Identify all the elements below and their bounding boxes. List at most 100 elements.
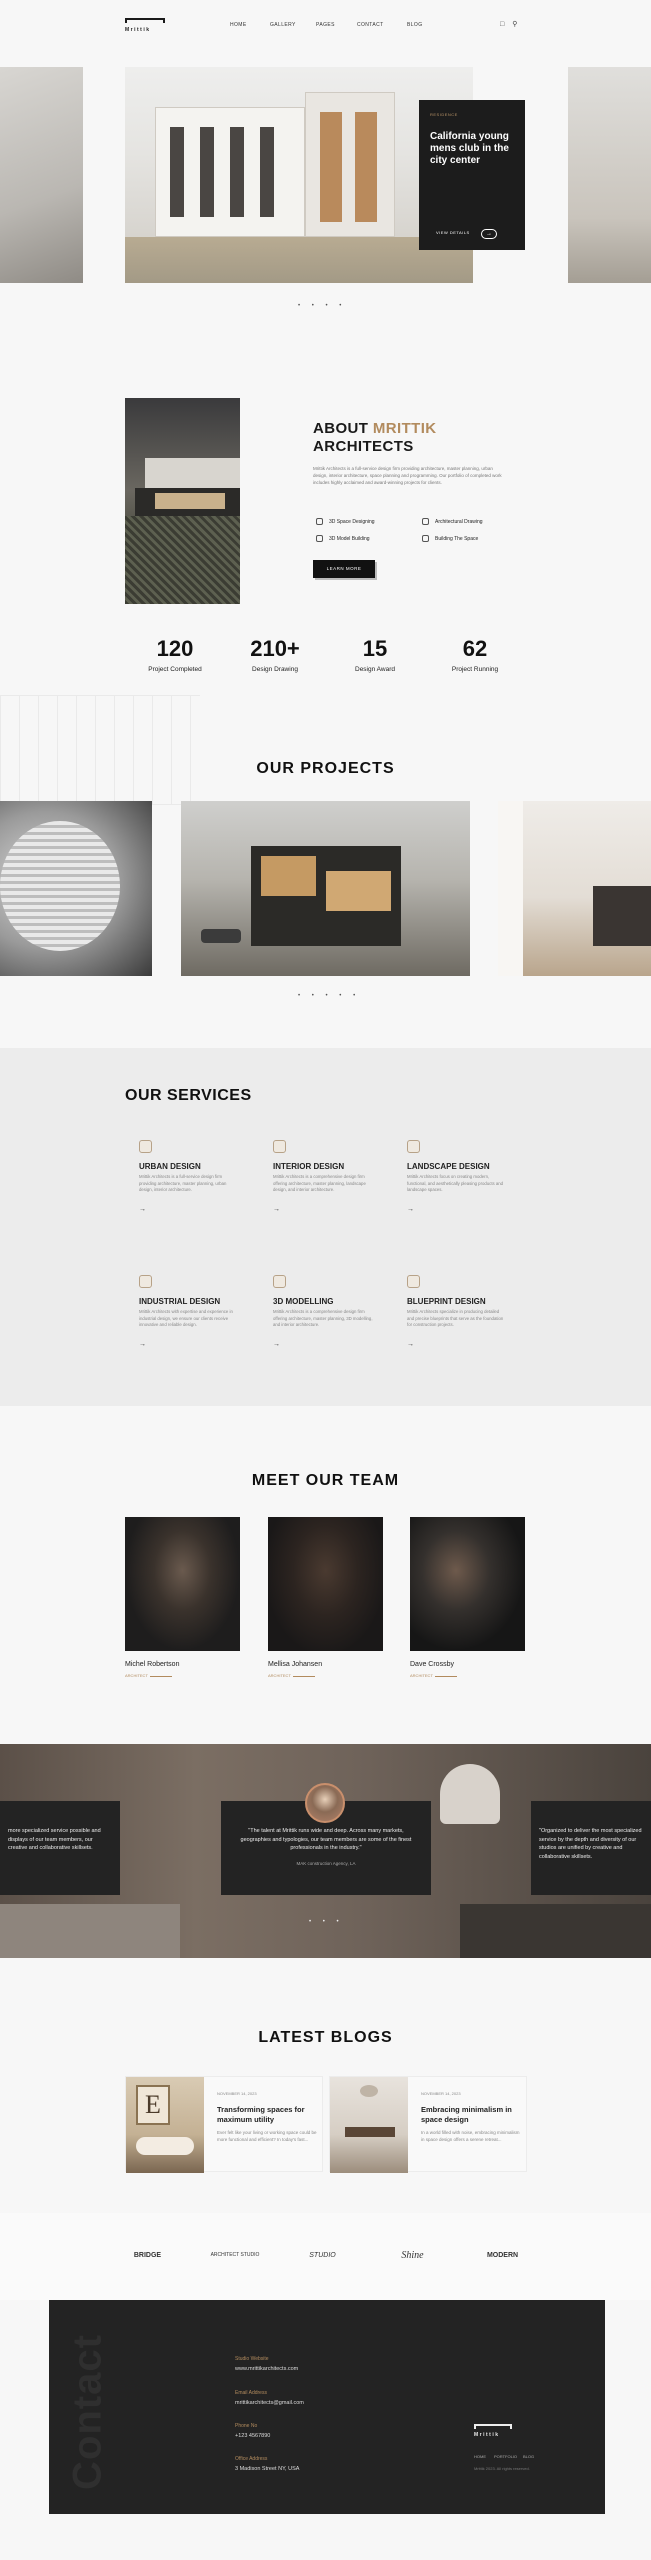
table-shape xyxy=(460,1904,651,1958)
sofa-shape xyxy=(0,1904,180,1958)
testimonial-pagination[interactable]: • • • xyxy=(309,1919,344,1925)
sofa-shape xyxy=(136,2137,194,2155)
arrow-right-icon[interactable]: → xyxy=(407,1341,414,1348)
team-name: Mellisa Johansen xyxy=(268,1661,323,1668)
about-title-accent: MRITTIK xyxy=(372,420,437,437)
team-photo[interactable] xyxy=(268,1517,383,1651)
pendant-lamp xyxy=(360,2085,378,2097)
blog-title[interactable]: Transforming spaces for maximum utility xyxy=(217,2105,317,2124)
feature-item: 3D Model Building xyxy=(316,535,370,542)
arrow-right-icon[interactable]: → xyxy=(139,1206,146,1213)
blog-card[interactable]: E NOVEMBER 14, 2023 Transforming spaces … xyxy=(125,2076,323,2173)
partner-logo[interactable]: ARCHITECT STUDIO xyxy=(200,2252,270,2258)
building-window xyxy=(260,127,274,217)
arrow-right-icon[interactable]: → xyxy=(139,1341,146,1348)
site-header: Mrittik HOME GALLERY PAGES CONTACT BLOG … xyxy=(0,0,651,52)
nav-blog[interactable]: BLOG xyxy=(407,22,423,28)
industrial-icon xyxy=(139,1275,152,1288)
blogs-heading: LATEST BLOGS xyxy=(258,2029,393,2046)
service-desc: Mrittik Architects focus on creating mod… xyxy=(407,1174,504,1192)
feature-label: Building The Space xyxy=(435,535,479,542)
nav-contact[interactable]: CONTACT xyxy=(357,22,384,28)
hero-card-title: California young mens club in the city c… xyxy=(430,131,509,166)
footer-link-home[interactable]: HOME xyxy=(474,2454,486,2459)
projects-pagination[interactable]: • • • • • xyxy=(298,993,360,999)
building-icon xyxy=(422,535,429,542)
lamp-shape xyxy=(440,1764,500,1824)
house-shape xyxy=(145,458,240,488)
blog-excerpt: Ever felt like your living or working sp… xyxy=(217,2130,317,2142)
project-card[interactable] xyxy=(181,801,470,976)
footer-website[interactable]: www.mrittikarchitects.com xyxy=(235,2366,298,2372)
about-heading: ABOUT MRITTIK ARCHITECTS xyxy=(313,420,437,456)
dining-table xyxy=(345,2127,395,2137)
partner-logo[interactable]: BRIDGE xyxy=(125,2252,170,2259)
view-details-link[interactable]: VIEW DETAILS xyxy=(436,230,470,235)
feature-item: Building The Space xyxy=(422,535,478,542)
landscape-icon xyxy=(407,1140,420,1153)
about-description: Mrittik Architects is a full-service des… xyxy=(313,466,502,485)
footer-email[interactable]: mrittikarchitects@gmail.com xyxy=(235,2400,304,2406)
hero-slide-next[interactable] xyxy=(568,67,651,283)
team-heading: MEET OUR TEAM xyxy=(251,1472,400,1489)
blog-image: E xyxy=(126,2077,204,2173)
arrow-right-icon[interactable]: → xyxy=(407,1206,414,1213)
footer-phone[interactable]: +123 4567890 xyxy=(235,2433,270,2439)
stat-number: 15 xyxy=(362,636,388,661)
site-logo[interactable]: Mrittik xyxy=(125,18,165,34)
partner-logo[interactable]: Shine xyxy=(390,2250,435,2261)
arrow-right-icon[interactable]: → xyxy=(481,229,497,239)
drawing-icon xyxy=(422,518,429,525)
learn-more-button[interactable]: LEARN MORE xyxy=(313,560,375,578)
footer-link-portfolio[interactable]: PORTFOLIO xyxy=(494,2454,517,2459)
blog-excerpt: In a world filled with noise, embracing … xyxy=(421,2130,520,2142)
nav-pages[interactable]: PAGES xyxy=(316,22,335,28)
logo-text: Mrittik xyxy=(125,27,151,33)
service-title: INDUSTRIAL DESIGN xyxy=(139,1297,221,1306)
bag-icon[interactable]: □ xyxy=(500,21,504,28)
blog-card[interactable]: NOVEMBER 14, 2023 Embracing minimalism i… xyxy=(329,2076,527,2173)
blog-image xyxy=(330,2077,408,2173)
building-window xyxy=(320,112,342,222)
team-role: ARCHITECT xyxy=(410,1673,433,1678)
nav-home[interactable]: HOME xyxy=(230,22,247,28)
garden-pattern xyxy=(125,516,240,604)
blueprint-icon xyxy=(407,1275,420,1288)
team-divider xyxy=(150,1676,172,1677)
building-window xyxy=(170,127,184,217)
hero-pagination[interactable]: • • • • xyxy=(298,303,346,309)
project-card[interactable] xyxy=(498,801,651,976)
footer-label: Email Address xyxy=(235,2390,267,2396)
house-window xyxy=(326,871,391,911)
testimonial-card-next: "Organized to deliver the most specializ… xyxy=(531,1801,651,1895)
footer-logo-text[interactable]: Mrittik xyxy=(474,2432,500,2438)
sketch-decoration xyxy=(0,695,200,805)
team-name: Dave Crossby xyxy=(410,1661,454,1668)
search-icon[interactable]: ⚲ xyxy=(512,21,517,28)
project-card[interactable] xyxy=(0,801,152,976)
services-heading: OUR SERVICES xyxy=(125,1087,252,1104)
arrow-right-icon[interactable]: → xyxy=(273,1206,280,1213)
partner-logo[interactable]: STUDIO xyxy=(300,2252,345,2259)
house-window xyxy=(261,856,316,896)
footer xyxy=(49,2300,605,2514)
service-title: INTERIOR DESIGN xyxy=(273,1162,345,1171)
stat-label: Project Running xyxy=(451,666,499,673)
header-icons: □ ⚲ xyxy=(500,20,517,28)
nav-gallery[interactable]: GALLERY xyxy=(270,22,296,28)
testimonial-quote: more specialized service possible and di… xyxy=(8,1828,101,1851)
feature-label: 3D Space Designing xyxy=(329,518,375,525)
team-photo[interactable] xyxy=(410,1517,525,1651)
team-role: ARCHITECT xyxy=(125,1673,148,1678)
hero-slide-prev[interactable] xyxy=(0,67,83,283)
team-photo[interactable] xyxy=(125,1517,240,1651)
letter-frame: E xyxy=(136,2085,170,2125)
about-image xyxy=(125,398,240,604)
projects-heading: OUR PROJECTS xyxy=(256,760,395,777)
partner-logo[interactable]: MODERN xyxy=(475,2252,530,2259)
blog-title[interactable]: Embracing minimalism in space design xyxy=(421,2105,521,2124)
arrow-right-icon[interactable]: → xyxy=(273,1341,280,1348)
footer-link-blog[interactable]: BLOG xyxy=(523,2454,534,2459)
stat-label: Project Completed xyxy=(148,666,202,673)
team-name: Michel Robertson xyxy=(125,1661,180,1668)
